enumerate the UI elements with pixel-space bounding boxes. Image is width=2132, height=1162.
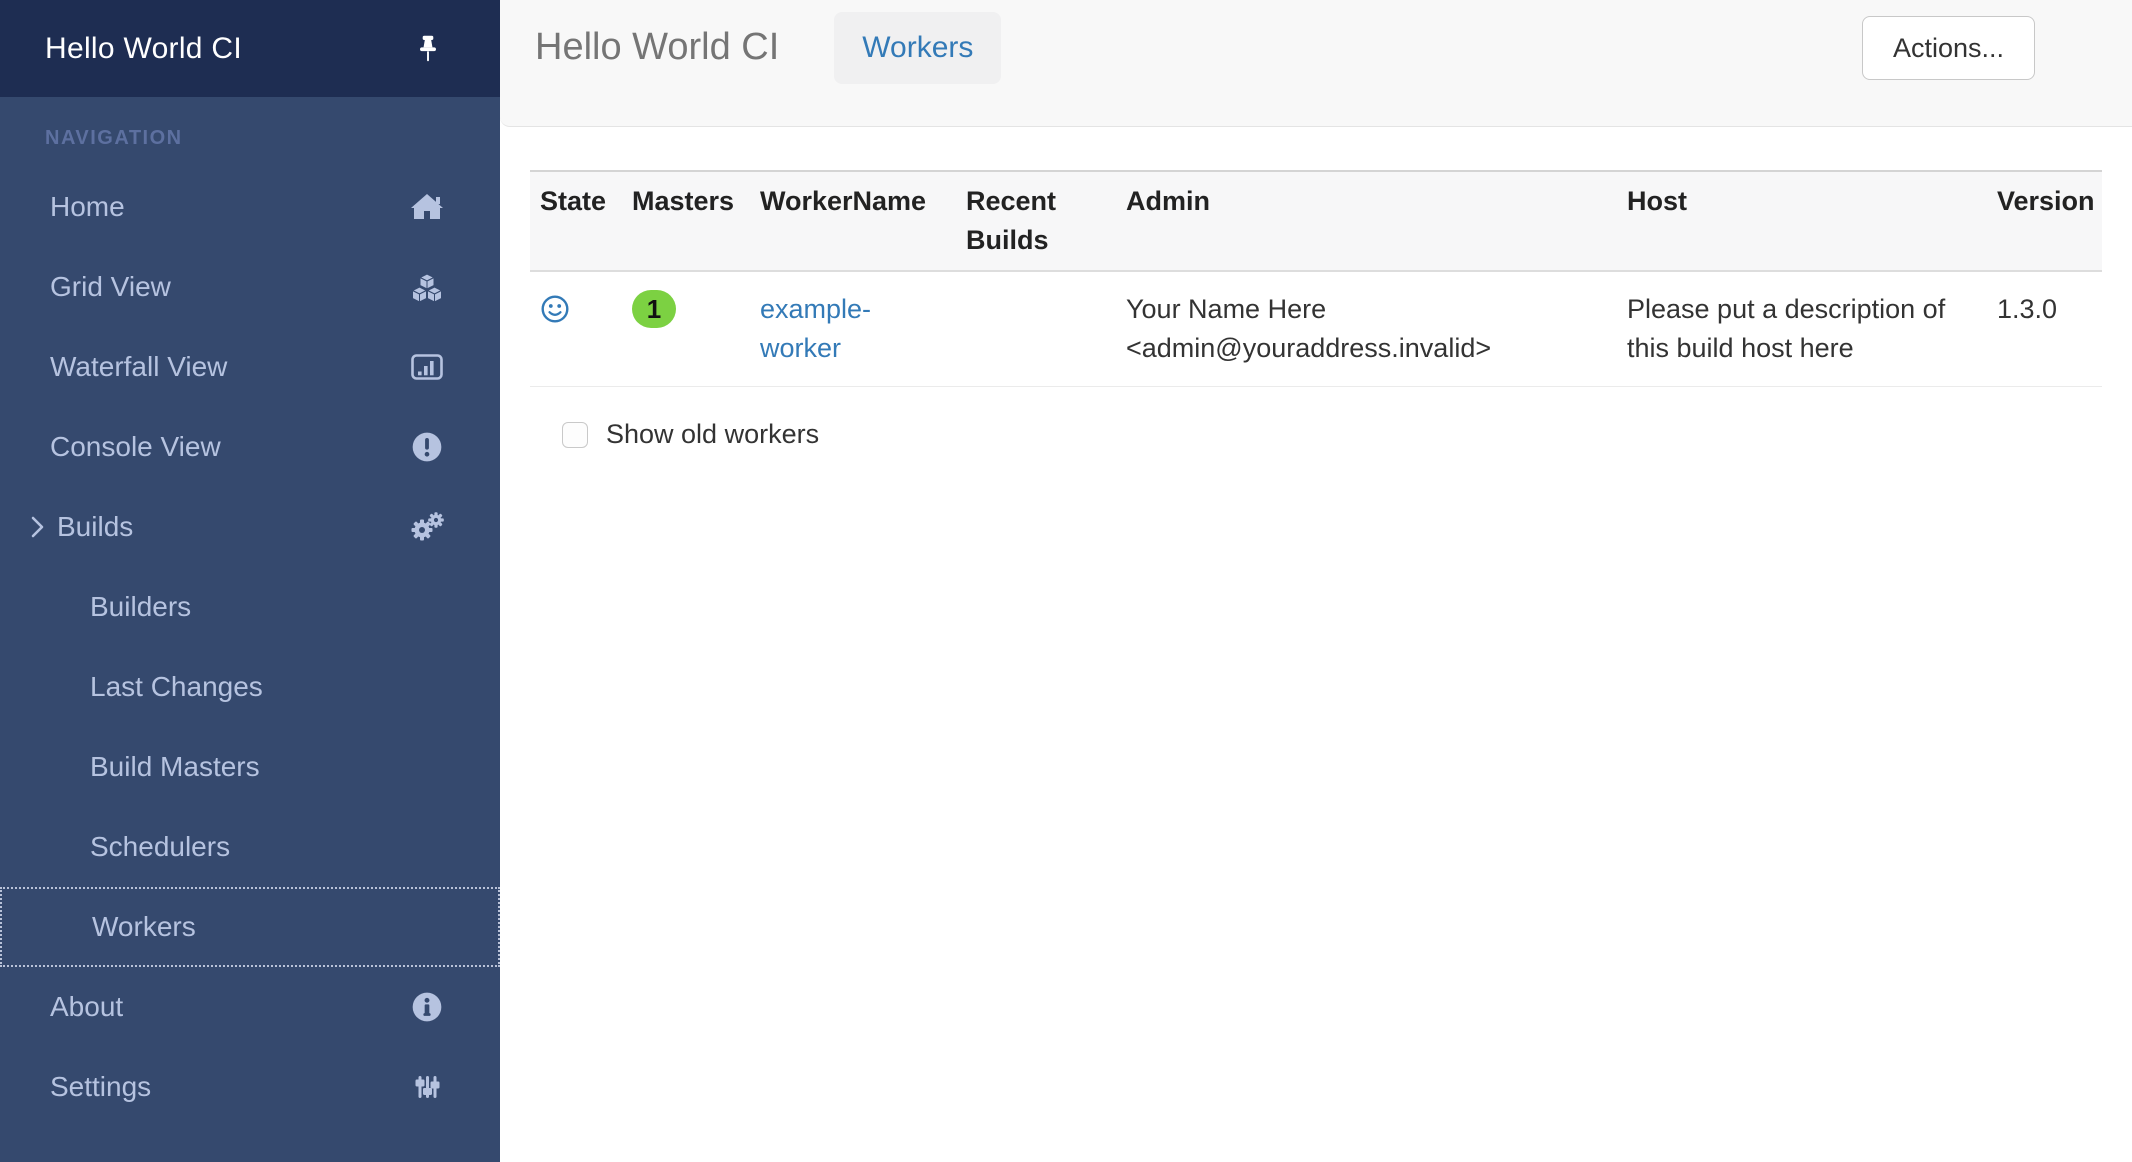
sidebar-item-label: Grid View xyxy=(50,271,171,303)
bar-chart-icon xyxy=(409,350,445,384)
main-content: Hello World CI Workers Actions... State … xyxy=(500,0,2132,1162)
worker-row: 1 example-worker Your Name Here <admin@y… xyxy=(530,271,2102,387)
page-title: Hello World CI xyxy=(535,12,779,82)
col-header-recent-builds: Recent Builds xyxy=(956,171,1116,271)
cubes-icon xyxy=(409,270,445,304)
buildbot-workers-page: { "sidebar": { "brand": "Hello World CI"… xyxy=(0,0,2132,1162)
col-header-state: State xyxy=(530,171,622,271)
worker-name-cell: example-worker xyxy=(750,271,956,387)
sidebar-item-label: Waterfall View xyxy=(50,351,227,383)
smiley-face-icon xyxy=(540,294,570,324)
worker-admin-cell: Your Name Here <admin@youraddress.invali… xyxy=(1116,271,1617,387)
sidebar-item-waterfall-view[interactable]: Waterfall View xyxy=(0,327,500,407)
sidebar-item-label: Builders xyxy=(90,591,191,623)
sidebar-item-workers[interactable]: Workers xyxy=(0,887,500,967)
sidebar-item-label: Builds xyxy=(57,511,133,543)
sidebar-item-build-masters[interactable]: Build Masters xyxy=(0,727,500,807)
sidebar-item-label: Last Changes xyxy=(90,671,263,703)
cogs-icon xyxy=(409,510,445,544)
sidebar-item-builds[interactable]: Builds xyxy=(0,487,500,567)
show-old-workers-checkbox[interactable] xyxy=(562,422,588,448)
sidebar-nav: Home Grid View xyxy=(0,167,500,1127)
top-header-bar: Hello World CI Workers Actions... xyxy=(500,0,2132,127)
table-header-row: State Masters WorkerName Recent Builds A… xyxy=(530,171,2102,271)
sidebar-header: Hello World CI xyxy=(0,0,500,97)
workers-table-container: State Masters WorkerName Recent Builds A… xyxy=(530,170,2102,450)
col-header-host: Host xyxy=(1617,171,1987,271)
pin-sidebar-icon[interactable] xyxy=(411,31,445,67)
sidebar-item-label: Build Masters xyxy=(90,751,260,783)
col-header-masters: Masters xyxy=(622,171,750,271)
exclamation-circle-icon xyxy=(409,430,445,464)
worker-state-cell xyxy=(530,271,622,387)
sidebar: Hello World CI NAVIGATION Home Grid View xyxy=(0,0,500,1162)
sidebar-item-builders[interactable]: Builders xyxy=(0,567,500,647)
sidebar-item-label: About xyxy=(50,991,123,1023)
show-old-workers-row: Show old workers xyxy=(562,419,2102,450)
worker-name-link[interactable]: example-worker xyxy=(760,294,871,363)
sidebar-item-home[interactable]: Home xyxy=(0,167,500,247)
info-circle-icon xyxy=(409,990,445,1024)
sidebar-item-label: Home xyxy=(50,191,125,223)
sidebar-item-label: Schedulers xyxy=(90,831,230,863)
show-old-workers-label[interactable]: Show old workers xyxy=(606,419,819,450)
chevron-right-icon xyxy=(30,515,46,539)
sidebar-item-console-view[interactable]: Console View xyxy=(0,407,500,487)
col-header-version: Version xyxy=(1987,171,2102,271)
masters-count-badge: 1 xyxy=(632,290,676,328)
workers-table: State Masters WorkerName Recent Builds A… xyxy=(530,170,2102,387)
col-header-workername: WorkerName xyxy=(750,171,956,271)
sidebar-item-last-changes[interactable]: Last Changes xyxy=(0,647,500,727)
breadcrumb-workers-tab[interactable]: Workers xyxy=(834,12,1001,84)
sidebar-item-about[interactable]: About xyxy=(0,967,500,1047)
sidebar-item-label: Console View xyxy=(50,431,221,463)
sliders-icon xyxy=(409,1070,445,1104)
sidebar-item-label: Workers xyxy=(92,911,196,943)
sidebar-item-settings[interactable]: Settings xyxy=(0,1047,500,1127)
worker-recent-builds-cell xyxy=(956,271,1116,387)
sidebar-item-schedulers[interactable]: Schedulers xyxy=(0,807,500,887)
nav-section-label: NAVIGATION xyxy=(45,127,500,149)
sidebar-item-label: Settings xyxy=(50,1071,151,1103)
worker-host-cell: Please put a description of this build h… xyxy=(1617,271,1987,387)
worker-version-cell: 1.3.0 xyxy=(1987,271,2102,387)
col-header-admin: Admin xyxy=(1116,171,1617,271)
home-icon xyxy=(409,190,445,224)
worker-masters-cell: 1 xyxy=(622,271,750,387)
app-brand-link[interactable]: Hello World CI xyxy=(45,32,242,66)
sidebar-item-grid-view[interactable]: Grid View xyxy=(0,247,500,327)
actions-button[interactable]: Actions... xyxy=(1862,16,2035,80)
